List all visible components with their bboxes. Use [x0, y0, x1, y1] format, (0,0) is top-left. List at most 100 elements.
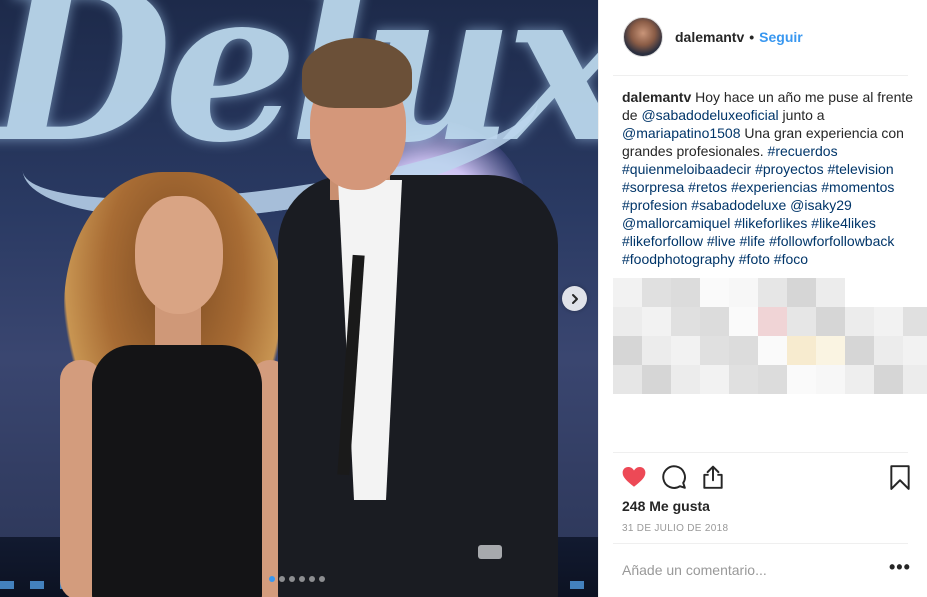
avatar[interactable] — [623, 17, 663, 57]
caption-link[interactable]: #quienmeloibaadecir — [622, 161, 751, 177]
share-icon — [703, 465, 723, 489]
blurred-cell — [671, 365, 700, 394]
caption-link[interactable]: #retos — [688, 179, 727, 195]
save-button[interactable] — [887, 464, 913, 490]
blurred-cell — [903, 365, 927, 394]
comment-input[interactable] — [622, 558, 862, 582]
blurred-cell — [874, 365, 903, 394]
blurred-cell — [613, 278, 642, 307]
carousel-indicator — [269, 576, 325, 582]
caption-link[interactable]: #television — [827, 161, 893, 177]
blurred-cell — [787, 307, 816, 336]
blurred-cell — [671, 278, 700, 307]
blurred-cell — [642, 278, 671, 307]
divider — [613, 75, 908, 76]
caption-link[interactable]: #sorpresa — [622, 179, 684, 195]
like-button[interactable] — [621, 464, 647, 490]
chevron-right-icon — [571, 293, 578, 304]
caption-link[interactable]: #live — [707, 233, 736, 249]
caption-link[interactable]: #proyectos — [755, 161, 823, 177]
blurred-cell — [903, 336, 927, 365]
blurred-cell — [642, 365, 671, 394]
carousel-dot[interactable] — [289, 576, 295, 582]
blurred-cell — [729, 365, 758, 394]
caption-link[interactable]: @mariapatino1508 — [622, 125, 741, 141]
caption-link[interactable]: #foto — [739, 251, 770, 267]
divider — [613, 452, 908, 453]
post-date[interactable]: 31 DE JULIO DE 2018 — [622, 523, 728, 534]
blurred-cell — [729, 336, 758, 365]
comment-button[interactable] — [661, 464, 687, 490]
post-photo[interactable]: Deluxe — [0, 0, 598, 597]
blurred-cell — [613, 307, 642, 336]
caption-link[interactable]: #profesion — [622, 197, 687, 213]
divider — [613, 543, 908, 544]
caption-link[interactable]: #experiencias — [731, 179, 817, 195]
blurred-cell — [845, 365, 874, 394]
blurred-cell — [758, 336, 787, 365]
carousel-next-button[interactable] — [562, 286, 587, 311]
caption-link[interactable]: @sabadodeluxeoficial — [641, 107, 778, 123]
more-options-button[interactable]: ••• — [889, 558, 911, 576]
blurred-cell — [729, 307, 758, 336]
post-caption: dalemantv Hoy hace un año me puse al fre… — [622, 88, 917, 268]
blurred-cell — [700, 278, 729, 307]
blurred-cell — [758, 278, 787, 307]
blurred-cell — [903, 307, 927, 336]
man-hair — [302, 38, 412, 108]
blurred-cell — [671, 307, 700, 336]
separator-dot: • — [749, 29, 755, 45]
woman-face — [135, 196, 223, 314]
blurred-comments — [613, 278, 927, 408]
caption-link[interactable]: @mallorcamiquel — [622, 215, 730, 231]
likes-count[interactable]: 248 Me gusta — [622, 498, 710, 514]
blurred-cell — [874, 307, 903, 336]
blurred-cell — [671, 336, 700, 365]
blurred-cell — [729, 278, 758, 307]
carousel-dot[interactable] — [309, 576, 315, 582]
caption-link[interactable]: #like4likes — [811, 215, 876, 231]
blurred-cell — [816, 336, 845, 365]
blurred-cell — [642, 336, 671, 365]
post-header: dalemantv • Seguir — [599, 0, 927, 76]
username-row: dalemantv • Seguir — [675, 29, 803, 45]
carousel-dot[interactable] — [269, 576, 275, 582]
heart-icon — [622, 467, 646, 487]
caption-link[interactable]: #likeforfollow — [622, 233, 703, 249]
caption-link[interactable]: #foodphotography — [622, 251, 735, 267]
blurred-cell — [845, 336, 874, 365]
bookmark-icon — [890, 465, 910, 490]
action-bar — [621, 462, 913, 492]
woman-dress — [92, 345, 262, 597]
carousel-dot[interactable] — [279, 576, 285, 582]
blurred-cell — [816, 307, 845, 336]
blurred-cell — [758, 365, 787, 394]
caption-link[interactable]: #recuerdos — [768, 143, 838, 159]
man-suit — [278, 175, 558, 597]
caption-text: junto a — [778, 107, 825, 123]
blurred-cell — [613, 365, 642, 394]
caption-link[interactable]: #likeforlikes — [734, 215, 807, 231]
post-side-panel: dalemantv • Seguir dalemantv Hoy hace un… — [598, 0, 927, 597]
caption-link[interactable]: #sabadodeluxe — [691, 197, 786, 213]
blurred-cell — [700, 336, 729, 365]
caption-username[interactable]: dalemantv — [622, 89, 691, 105]
share-button[interactable] — [700, 464, 726, 490]
caption-link[interactable]: #followforfollowback — [769, 233, 894, 249]
blurred-cell — [787, 365, 816, 394]
carousel-dot[interactable] — [299, 576, 305, 582]
carousel-dot[interactable] — [319, 576, 325, 582]
caption-link[interactable]: #foco — [774, 251, 808, 267]
comment-icon — [662, 465, 686, 489]
caption-link[interactable]: #life — [740, 233, 766, 249]
man-watch — [478, 545, 502, 559]
caption-link[interactable]: #momentos — [821, 179, 894, 195]
blurred-cell — [845, 307, 874, 336]
blurred-cell — [700, 307, 729, 336]
username-link[interactable]: dalemantv — [675, 29, 744, 45]
blurred-cell — [642, 307, 671, 336]
blurred-cell — [787, 278, 816, 307]
caption-link[interactable]: @isaky29 — [790, 197, 852, 213]
blurred-cell — [787, 336, 816, 365]
follow-button[interactable]: Seguir — [759, 29, 803, 45]
